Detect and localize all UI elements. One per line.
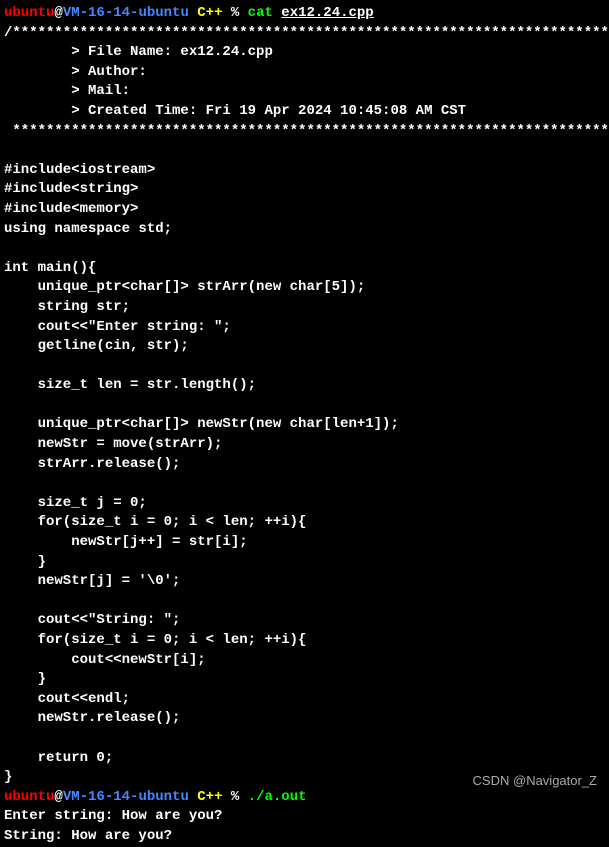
blank-line bbox=[4, 592, 605, 612]
prompt-pct: % bbox=[222, 5, 239, 21]
cmd-cat: cat bbox=[239, 5, 281, 21]
code-line: cout<<newStr[i]; bbox=[4, 651, 605, 671]
blank-line bbox=[4, 239, 605, 259]
code-line: for(size_t i = 0; i < len; ++i){ bbox=[4, 631, 605, 651]
code-line: cout<<"Enter string: "; bbox=[4, 318, 605, 338]
prompt-line-1: ubuntu@VM-16-14-ubuntu C++ % cat ex12.24… bbox=[4, 4, 605, 24]
code-line: unique_ptr<char[]> strArr(new char[5]); bbox=[4, 278, 605, 298]
output-string: String: How are you? bbox=[4, 827, 605, 847]
header-mail: > Mail: bbox=[4, 82, 605, 102]
watermark: CSDN @Navigator_Z bbox=[473, 772, 597, 790]
prompt-at: @ bbox=[54, 5, 62, 21]
code-line: unique_ptr<char[]> newStr(new char[len+1… bbox=[4, 415, 605, 435]
prompt-user: ubuntu bbox=[4, 5, 54, 21]
code-line: cout<<"String: "; bbox=[4, 611, 605, 631]
code-line: } bbox=[4, 670, 605, 690]
code-line: #include<memory> bbox=[4, 200, 605, 220]
code-line: size_t j = 0; bbox=[4, 494, 605, 514]
prompt-host: VM-16-14-ubuntu bbox=[63, 5, 189, 21]
code-line: size_t len = str.length(); bbox=[4, 376, 605, 396]
code-line: #include<iostream> bbox=[4, 161, 605, 181]
code-line: strArr.release(); bbox=[4, 455, 605, 475]
code-line: return 0; bbox=[4, 749, 605, 769]
prompt-line-2: ubuntu@VM-16-14-ubuntu C++ % ./a.out bbox=[4, 788, 605, 808]
code-line: } bbox=[4, 553, 605, 573]
blank-line bbox=[4, 141, 605, 161]
output-enter: Enter string: How are you? bbox=[4, 807, 605, 827]
blank-line bbox=[4, 474, 605, 494]
header-author: > Author: bbox=[4, 63, 605, 83]
code-line: cout<<endl; bbox=[4, 690, 605, 710]
code-line: getline(cin, str); bbox=[4, 337, 605, 357]
code-line: for(size_t i = 0; i < len; ++i){ bbox=[4, 513, 605, 533]
blank-line bbox=[4, 357, 605, 377]
comment-close: ****************************************… bbox=[4, 122, 605, 142]
code-line: using namespace std; bbox=[4, 220, 605, 240]
blank-line bbox=[4, 729, 605, 749]
cat-filename: ex12.24.cpp bbox=[281, 5, 373, 21]
prompt-dir: C++ bbox=[189, 789, 223, 805]
prompt-pct: % bbox=[222, 789, 239, 805]
code-line: newStr.release(); bbox=[4, 709, 605, 729]
blank-line bbox=[4, 396, 605, 416]
code-line: newStr[j++] = str[i]; bbox=[4, 533, 605, 553]
prompt-host: VM-16-14-ubuntu bbox=[63, 789, 189, 805]
code-line: int main(){ bbox=[4, 259, 605, 279]
header-created: > Created Time: Fri 19 Apr 2024 10:45:08… bbox=[4, 102, 605, 122]
prompt-dir: C++ bbox=[189, 5, 223, 21]
header-filename: > File Name: ex12.24.cpp bbox=[4, 43, 605, 63]
comment-open: /***************************************… bbox=[4, 24, 605, 44]
prompt-at: @ bbox=[54, 789, 62, 805]
code-line: #include<string> bbox=[4, 180, 605, 200]
prompt-user: ubuntu bbox=[4, 789, 54, 805]
code-line: string str; bbox=[4, 298, 605, 318]
cmd-exec: ./a.out bbox=[239, 789, 306, 805]
code-line: newStr[j] = '\0'; bbox=[4, 572, 605, 592]
code-line: newStr = move(strArr); bbox=[4, 435, 605, 455]
